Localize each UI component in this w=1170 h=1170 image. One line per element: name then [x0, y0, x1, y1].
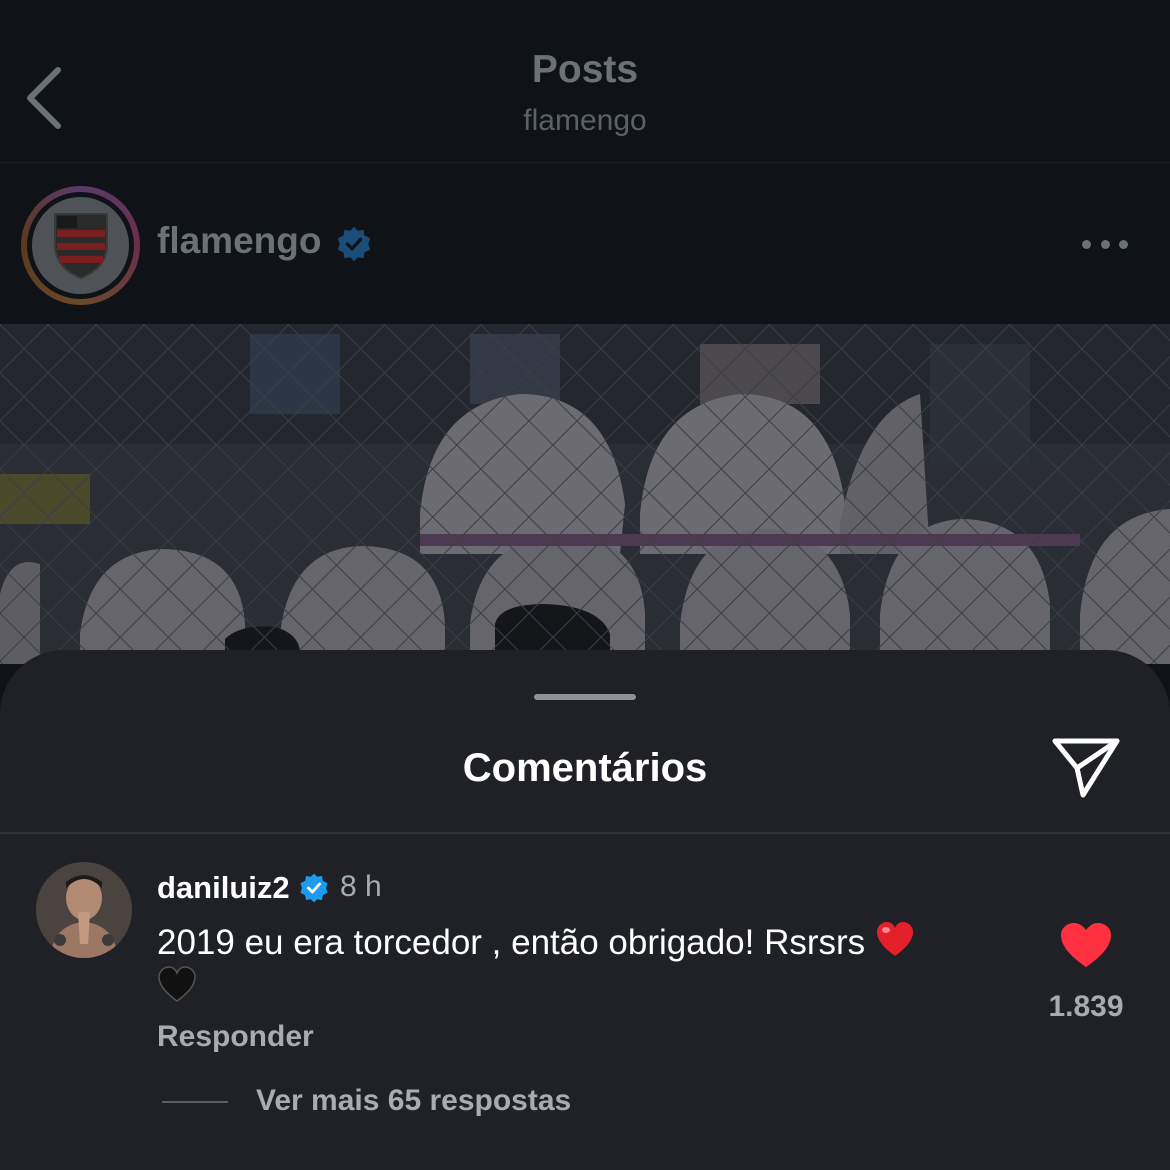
page-subtitle: flamengo: [523, 104, 647, 137]
crest-icon: [53, 212, 108, 279]
post-username[interactable]: flamengo: [157, 220, 321, 262]
comments-sheet: Comentários daniluiz2 8 h 2019 eu era to…: [0, 650, 1170, 1170]
story-ring-avatar[interactable]: [21, 186, 140, 305]
dot-icon: [1100, 239, 1110, 249]
like-count: 1.839: [1048, 990, 1124, 1023]
comment-text: 2019 eu era torcedor , então obrigado! R…: [157, 923, 866, 962]
send-icon: [1052, 738, 1120, 798]
black-heart-emoji-icon: [158, 966, 196, 1002]
post-photo[interactable]: [0, 324, 1170, 664]
heart-filled-icon: [1061, 923, 1111, 967]
flamengo-crest-avatar: [32, 197, 129, 294]
comment-timestamp: 8 h: [340, 870, 382, 903]
red-heart-emoji-icon: [876, 922, 913, 956]
view-replies-button[interactable]: Ver mais 65 respostas: [256, 1084, 571, 1118]
more-options-button[interactable]: [1072, 226, 1138, 262]
like-button[interactable]: [1058, 920, 1114, 970]
page-title: Posts: [531, 48, 639, 91]
reply-button[interactable]: Responder: [157, 1020, 314, 1054]
dot-icon: [1119, 239, 1128, 249]
comment-body: 2019 eu era torcedor , então obrigado! R…: [157, 920, 1017, 1010]
comment-username[interactable]: daniluiz2: [157, 870, 290, 906]
comments-title: Comentários: [462, 746, 708, 790]
verified-badge-icon: [337, 226, 371, 262]
top-navigation-bar: Posts flamengo: [0, 0, 1170, 163]
sheet-grabber-handle[interactable]: [534, 694, 636, 700]
user-photo: [36, 862, 132, 958]
verified-badge-icon: [300, 873, 328, 903]
stadium-photo: [0, 324, 1170, 664]
comment-item: daniluiz2 8 h 2019 eu era torcedor , ent…: [0, 834, 1170, 1170]
share-button[interactable]: [1050, 732, 1124, 802]
post-header: flamengo: [0, 164, 1170, 324]
avatar[interactable]: [36, 862, 132, 958]
replies-line: [162, 1101, 228, 1103]
dot-icon: [1082, 239, 1091, 249]
